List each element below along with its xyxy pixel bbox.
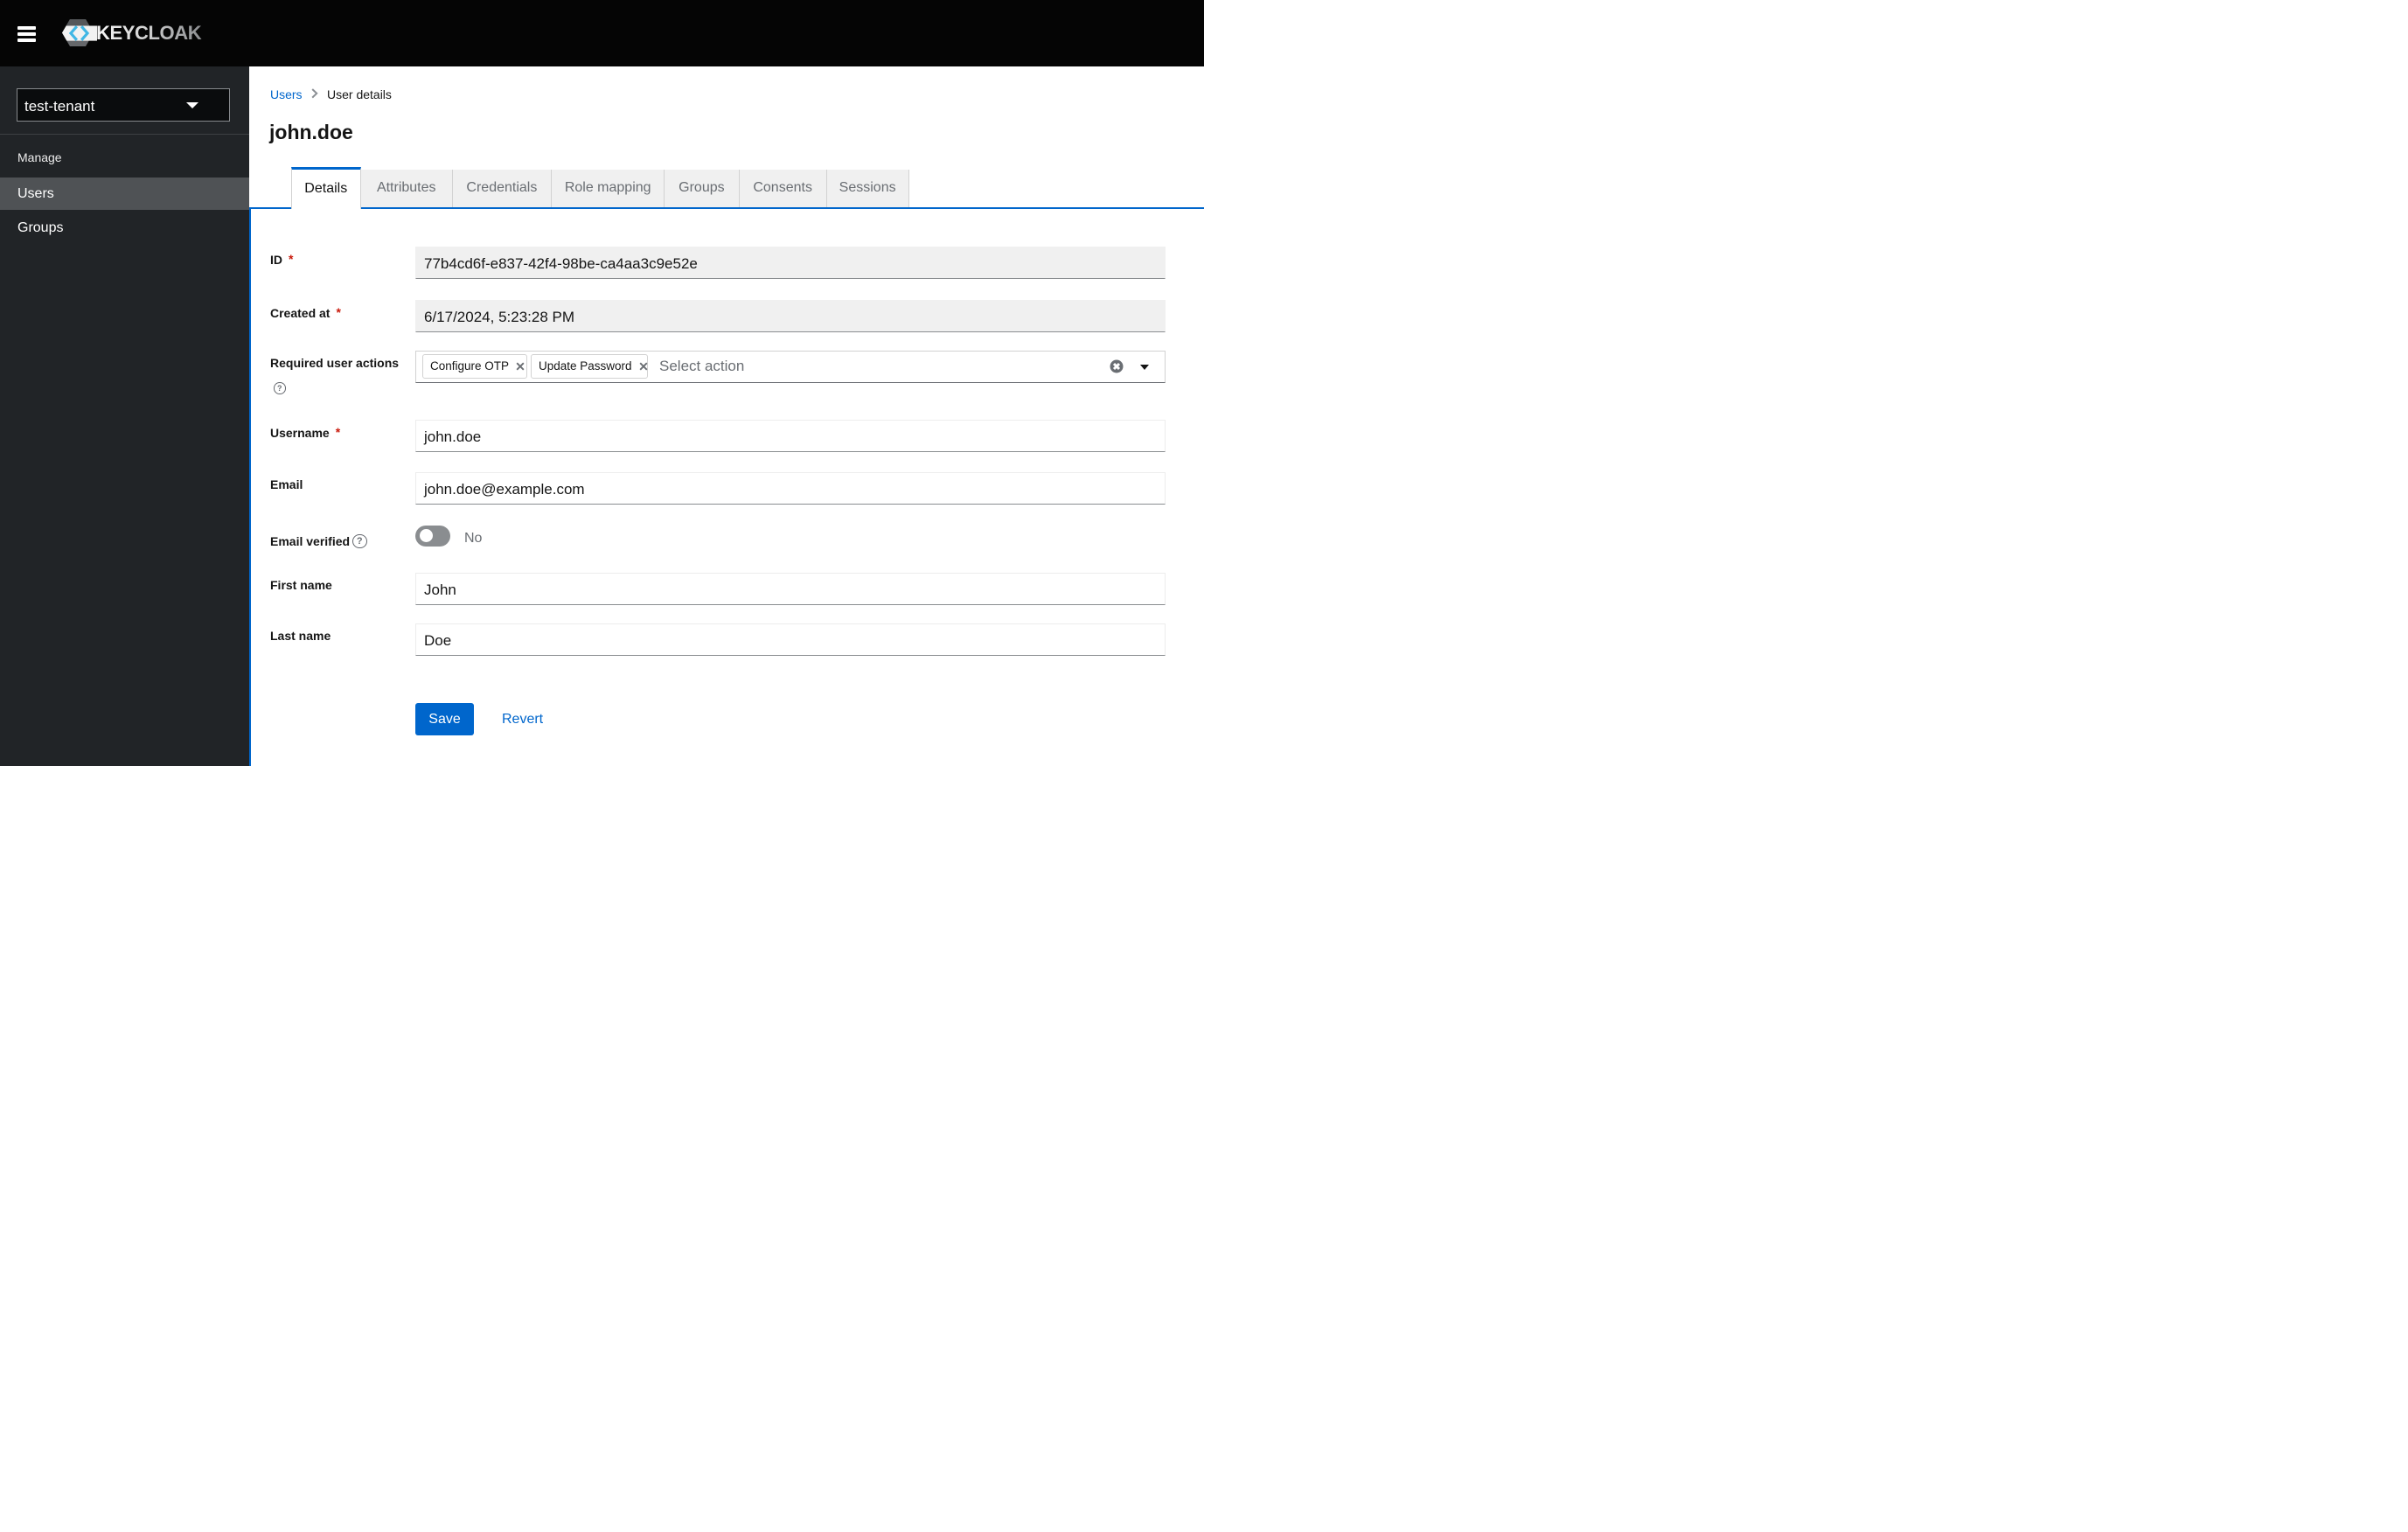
svg-text:KEYCLOAK: KEYCLOAK xyxy=(96,22,202,44)
